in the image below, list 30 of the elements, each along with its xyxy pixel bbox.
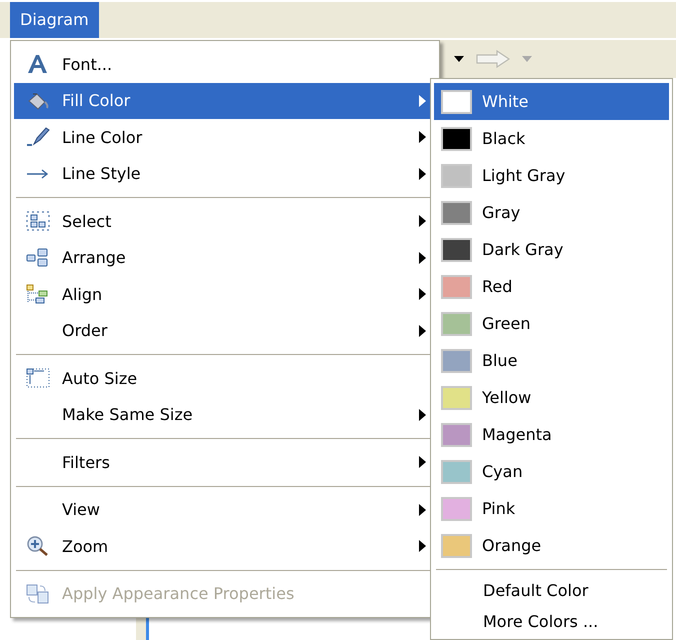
arrow-icon[interactable] [476, 50, 510, 68]
caret-icon[interactable] [454, 56, 464, 62]
color-option[interactable]: Light Gray [434, 157, 669, 194]
color-option[interactable]: Gray [434, 194, 669, 231]
menu-item[interactable]: Select [14, 203, 436, 240]
menu-item[interactable]: Auto Size [14, 360, 436, 396]
color-option[interactable]: White [434, 83, 669, 120]
menu-item[interactable]: Make Same Size [14, 396, 436, 433]
color-option[interactable]: Blue [434, 342, 669, 379]
menu-item[interactable]: Line Color [14, 119, 436, 156]
menu-item[interactable]: Arrange [14, 240, 436, 276]
menu-item[interactable]: Line Style [14, 156, 436, 192]
color-option[interactable]: Yellow [434, 379, 669, 416]
menu-item[interactable]: Filters [14, 444, 436, 480]
color-option[interactable]: Green [434, 305, 669, 342]
menu-item[interactable]: More Colors ... [434, 606, 669, 637]
color-option[interactable]: Orange [434, 527, 669, 564]
menu-item[interactable]: View [14, 492, 436, 528]
menu-item[interactable]: Font... [14, 46, 436, 82]
menu-item[interactable]: Align [14, 276, 436, 312]
color-option[interactable]: Cyan [434, 453, 669, 490]
menu-item[interactable]: Zoom [14, 528, 436, 564]
color-option[interactable]: Pink [434, 490, 669, 527]
color-option[interactable]: Magenta [434, 416, 669, 453]
menu-item[interactable]: Default Color [434, 575, 669, 606]
menu-item[interactable]: Order [14, 312, 436, 349]
menu-title[interactable]: Diagram [10, 2, 99, 38]
color-option[interactable]: Black [434, 120, 669, 157]
color-option[interactable]: Red [434, 268, 669, 305]
color-option[interactable]: Dark Gray [434, 231, 669, 268]
